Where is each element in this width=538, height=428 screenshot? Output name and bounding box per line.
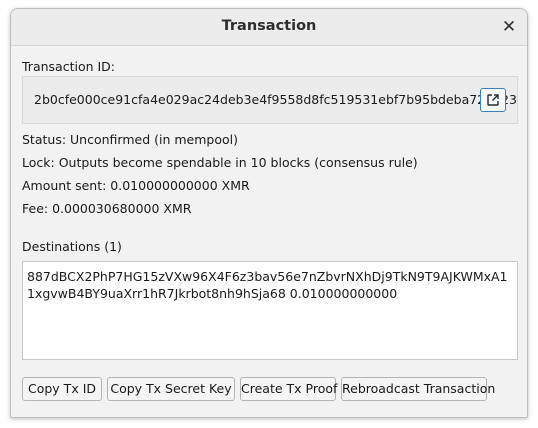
copy-tx-secret-key-button[interactable]: Copy Tx Secret Key xyxy=(107,377,235,401)
external-link-icon xyxy=(487,94,499,106)
destinations-label: Destinations (1) xyxy=(22,239,122,254)
close-icon[interactable]: ✕ xyxy=(499,17,519,37)
destinations-textarea[interactable]: 887dBCX2PhP7HG15zVXw96X4F6z3bav56e7nZbvr… xyxy=(22,261,518,360)
open-in-explorer-button[interactable] xyxy=(480,88,506,112)
transaction-id-label: Transaction ID: xyxy=(22,59,116,74)
rebroadcast-transaction-button[interactable]: Rebroadcast Transaction xyxy=(341,377,495,401)
copy-tx-id-button[interactable]: Copy Tx ID xyxy=(22,377,102,401)
transaction-id-box: 2b0cfe000ce91cfa4e029ac24deb3e4f9558d8fc… xyxy=(22,76,518,124)
transaction-dialog: Transaction ✕ Transaction ID: 2b0cfe000c… xyxy=(10,8,528,418)
fee-text: Fee: 0.000030680000 XMR xyxy=(22,201,192,216)
dialog-title: Transaction xyxy=(221,18,317,34)
transaction-id-value[interactable]: 2b0cfe000ce91cfa4e029ac24deb3e4f9558d8fc… xyxy=(34,92,517,107)
title-bar[interactable]: Transaction ✕ xyxy=(11,9,527,46)
amount-sent-text: Amount sent: 0.010000000000 XMR xyxy=(22,178,250,193)
status-text: Status: Unconfirmed (in mempool) xyxy=(22,132,238,147)
create-tx-proof-button[interactable]: Create Tx Proof xyxy=(240,377,337,401)
lock-text: Lock: Outputs become spendable in 10 blo… xyxy=(22,155,418,170)
dialog-content: Transaction ID: 2b0cfe000ce91cfa4e029ac2… xyxy=(11,46,527,417)
